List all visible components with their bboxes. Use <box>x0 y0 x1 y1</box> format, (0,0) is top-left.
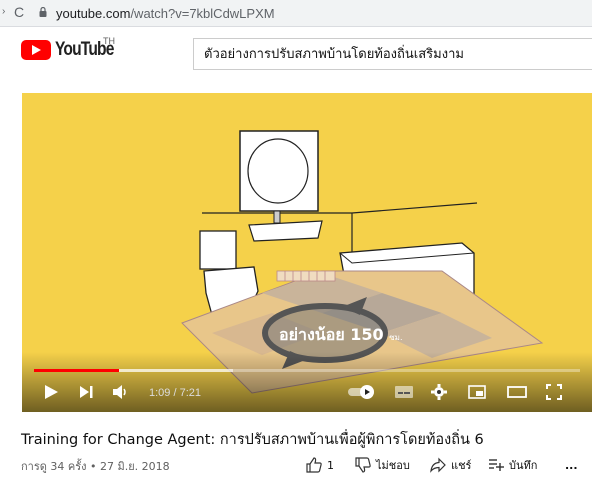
next-video-icon[interactable] <box>78 384 94 400</box>
autoplay-toggle-icon[interactable] <box>347 384 377 400</box>
time-display: 1:09 / 7:21 <box>149 387 201 399</box>
progress-played <box>34 369 120 372</box>
controls-gradient <box>22 352 592 412</box>
theater-mode-icon[interactable] <box>507 384 527 400</box>
reload-icon[interactable]: C <box>14 4 24 20</box>
save-label: บันทึก <box>509 459 538 472</box>
like-button[interactable]: 1 <box>306 456 334 474</box>
thumbs-up-icon <box>306 457 322 473</box>
url-path: /watch?v=7kblCdwLPXM <box>130 6 275 21</box>
playlist-add-icon <box>489 459 504 471</box>
url-host: youtube.com <box>56 6 131 21</box>
youtube-logo[interactable]: YouTube TH <box>21 36 126 61</box>
save-button[interactable]: บันทึก <box>488 456 537 474</box>
subtitles-icon[interactable] <box>394 384 414 400</box>
more-icon: ... <box>565 458 578 472</box>
fullscreen-icon[interactable] <box>546 384 562 400</box>
like-count: 1 <box>327 458 334 472</box>
address-bar[interactable]: youtube.com/watch?v=7kblCdwLPXM <box>56 6 275 21</box>
browser-toolbar: › C youtube.com/watch?v=7kblCdwLPXM <box>0 0 592 27</box>
youtube-play-logo-icon <box>21 40 51 60</box>
video-meta: การดู 34 ครั้ง • 27 มิ.ย. 2018 <box>21 460 170 473</box>
share-button[interactable]: แชร์ <box>430 456 471 474</box>
turning-space-label: อย่างน้อย 150 ซม. <box>279 323 403 348</box>
share-label: แชร์ <box>451 459 472 472</box>
video-title: Training for Change Agent: การปรับสภาพบ้… <box>21 432 484 448</box>
lock-icon <box>39 7 47 17</box>
more-actions-button[interactable]: ... <box>565 456 578 474</box>
dislike-label: ไม่ชอบ <box>376 459 410 472</box>
miniplayer-icon[interactable] <box>468 384 486 400</box>
search-input[interactable] <box>194 39 584 67</box>
forward-icon[interactable]: › <box>2 6 5 17</box>
turning-space-unit: ซม. <box>389 333 403 342</box>
dislike-button[interactable]: ไม่ชอบ <box>355 456 410 474</box>
youtube-header: YouTube TH <box>0 27 592 77</box>
thumbs-down-icon <box>355 457 371 473</box>
share-arrow-icon <box>430 457 446 473</box>
video-player[interactable]: อย่างน้อย 150 ซม. 1:09 / 7:21 <box>22 93 592 412</box>
turning-space-text: อย่างน้อย 150 <box>279 325 384 344</box>
search-box <box>193 38 592 70</box>
settings-gear-icon[interactable] <box>431 384 447 400</box>
volume-icon[interactable] <box>112 384 130 400</box>
region-code: TH <box>103 36 115 46</box>
play-icon[interactable] <box>43 384 59 400</box>
progress-bar[interactable] <box>34 369 580 372</box>
